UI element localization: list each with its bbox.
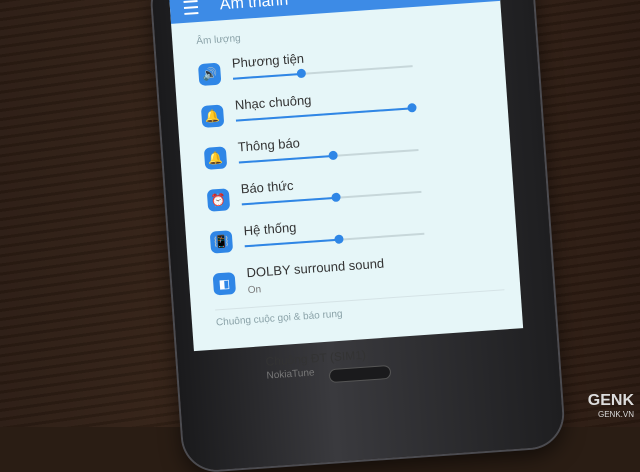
slider-knob[interactable]	[333, 234, 344, 245]
slider-knob[interactable]	[327, 150, 338, 161]
speaker-icon: 🔊	[197, 62, 222, 87]
dolby-label: DOLBY surround sound	[246, 255, 385, 281]
phone-vibrate-icon: 📳	[209, 230, 234, 254]
dolby-status: On	[247, 284, 262, 297]
phone-screen: Âm thanh Âm lượng 🔊 Phương tiện 🔔 Nhạc c…	[168, 0, 524, 352]
volume-label: Thông báo	[237, 135, 301, 155]
slider-fill	[232, 72, 302, 80]
slider-knob[interactable]	[407, 102, 418, 113]
slider-fill	[238, 154, 333, 164]
watermark-site: GENK.VN	[597, 410, 634, 419]
sim-ringtone-value: NokiaTune	[266, 367, 315, 382]
slider-fill	[241, 196, 336, 206]
slider-knob[interactable]	[330, 192, 341, 203]
genk-watermark: GENK GENK.VN	[588, 392, 634, 419]
menu-icon[interactable]	[183, 0, 199, 15]
watermark-brand: GENK	[587, 392, 634, 409]
volume-label: Hệ thống	[243, 219, 297, 239]
slider-fill	[244, 238, 339, 248]
page-title: Âm thanh	[219, 0, 289, 14]
volume-label: Báo thức	[240, 177, 294, 197]
app-bar: Âm thanh	[168, 0, 501, 24]
section-volume-header: Âm lượng	[195, 33, 242, 48]
slider-knob[interactable]	[296, 68, 307, 79]
section-ringtone-header: Chuông cuộc gọi & báo rung	[215, 308, 343, 329]
bell-icon: 🔔	[200, 104, 225, 128]
dolby-icon: ◧	[212, 272, 237, 296]
sim-ringtone-label: Chuông ĐT (SIM1)	[265, 347, 367, 369]
alarm-clock-icon: ⏰	[206, 188, 231, 212]
notification-bell-icon: 🔔	[203, 146, 228, 170]
volume-label: Nhạc chuông	[234, 92, 312, 113]
volume-label: Phương tiện	[231, 50, 305, 71]
